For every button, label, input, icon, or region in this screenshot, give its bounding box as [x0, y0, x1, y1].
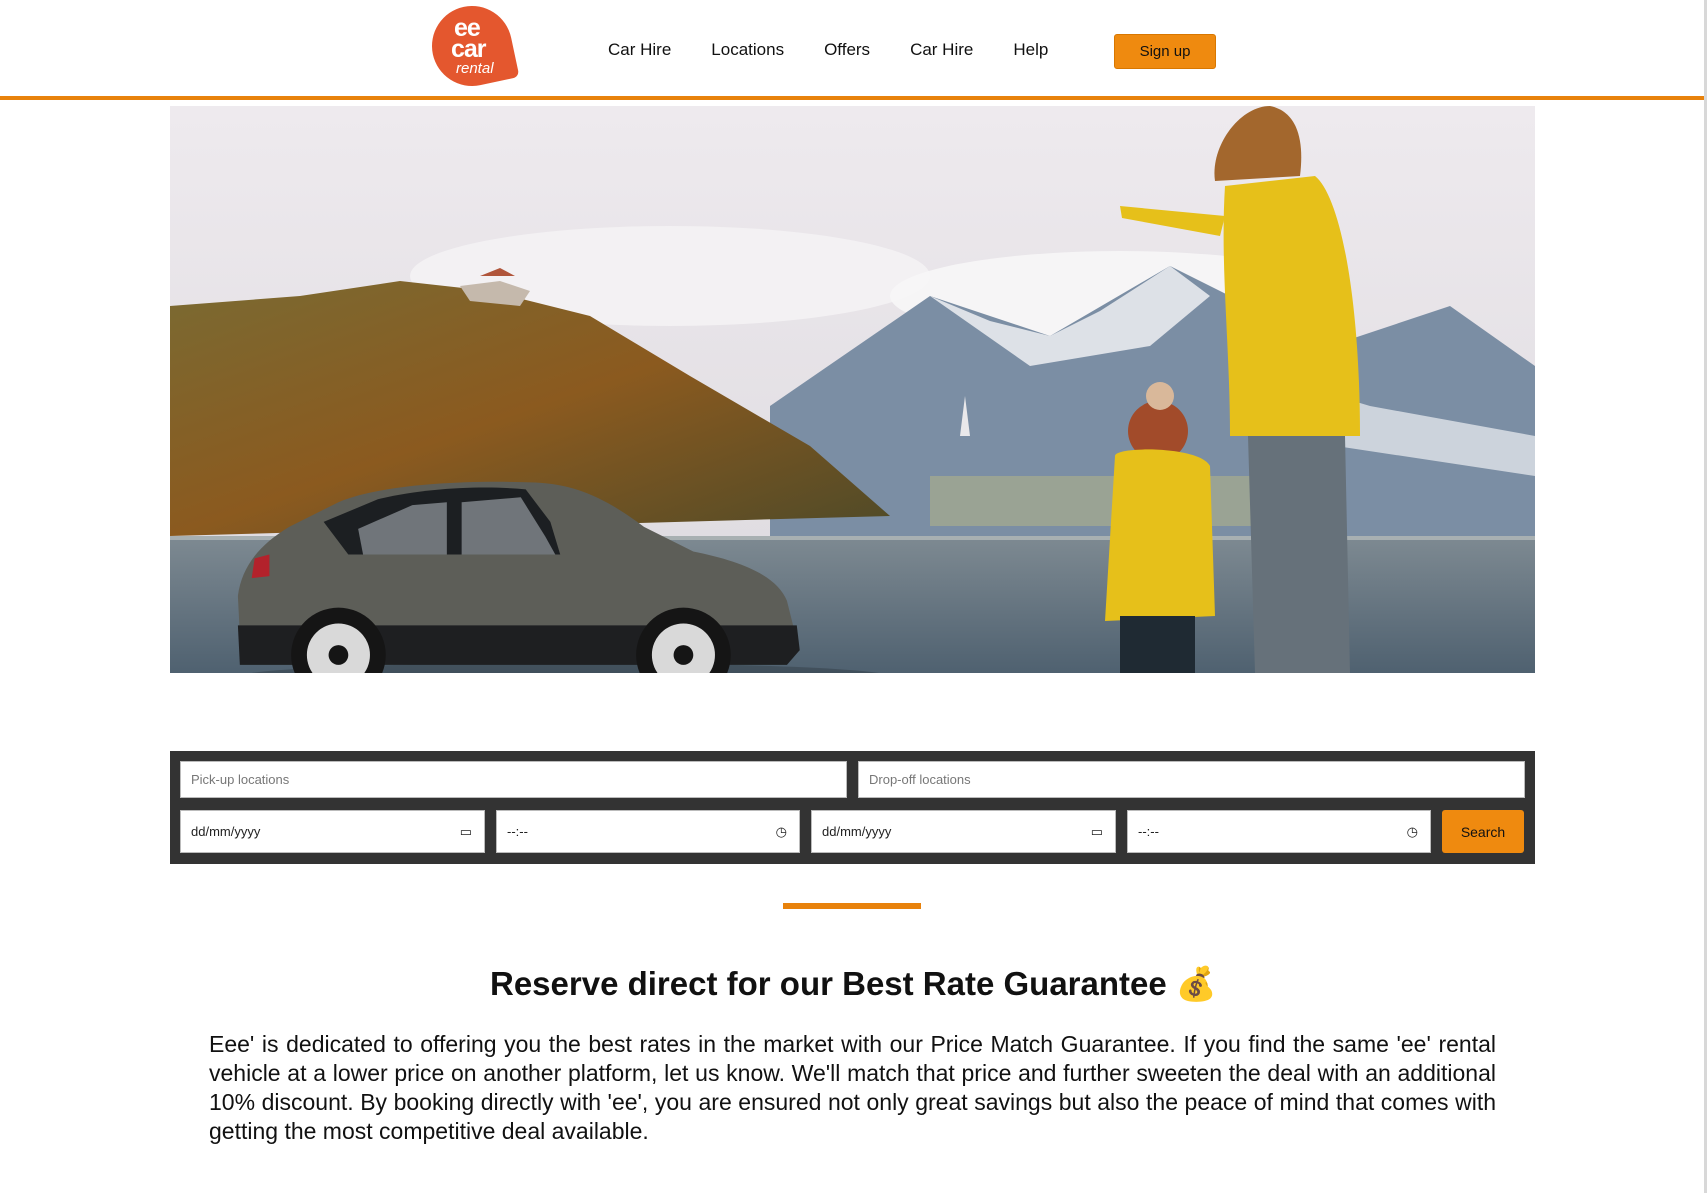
guarantee-paragraph: Eee' is dedicated to offering you the be…: [209, 1031, 1496, 1144]
pickup-time-input[interactable]: --:-- ◷: [496, 810, 800, 853]
dropoff-time-value: --:--: [1138, 824, 1159, 839]
nav-car-hire-2[interactable]: Car Hire: [910, 40, 973, 60]
page-title-text: Reserve direct for our Best Rate Guarant…: [489, 965, 1167, 1002]
search-button[interactable]: Search: [1442, 810, 1524, 853]
calendar-icon[interactable]: ▭: [460, 824, 472, 840]
section-divider: [783, 903, 921, 909]
money-bag-icon: 💰: [1175, 965, 1217, 1002]
brand-logo[interactable]: ee car rental: [424, 0, 520, 94]
pickup-location-input[interactable]: Pick-up locations: [180, 761, 847, 798]
pickup-date-value: dd/mm/yyyy: [191, 824, 261, 839]
hero-image: [170, 106, 1535, 673]
pickup-location-placeholder: Pick-up locations: [191, 772, 290, 787]
nav-offers[interactable]: Offers: [824, 40, 870, 60]
pickup-time-value: --:--: [507, 824, 528, 839]
car-image: [237, 481, 879, 673]
dropoff-location-input[interactable]: Drop-off locations: [858, 761, 1525, 798]
nav-car-hire[interactable]: Car Hire: [608, 40, 671, 60]
dropoff-location-placeholder: Drop-off locations: [869, 772, 971, 787]
main-nav: Car Hire Locations Offers Car Hire Help: [608, 40, 1088, 60]
clock-icon[interactable]: ◷: [1407, 824, 1418, 840]
page-title: Reserve direct for our Best Rate Guarant…: [0, 965, 1707, 1004]
logo-text-car: car: [451, 35, 487, 63]
sign-up-button[interactable]: Sign up: [1114, 34, 1216, 69]
logo-text-rental: rental: [456, 60, 494, 77]
nav-locations[interactable]: Locations: [711, 40, 784, 60]
site-header: ee car rental Car Hire Locations Offers …: [0, 0, 1707, 100]
clock-icon[interactable]: ◷: [776, 824, 787, 840]
calendar-icon[interactable]: ▭: [1091, 824, 1103, 840]
dropoff-time-input[interactable]: --:-- ◷: [1127, 810, 1431, 853]
nav-help[interactable]: Help: [1013, 40, 1048, 60]
dropoff-date-value: dd/mm/yyyy: [822, 824, 892, 839]
pickup-date-input[interactable]: dd/mm/yyyy ▭: [180, 810, 485, 853]
dropoff-date-input[interactable]: dd/mm/yyyy ▭: [811, 810, 1116, 853]
